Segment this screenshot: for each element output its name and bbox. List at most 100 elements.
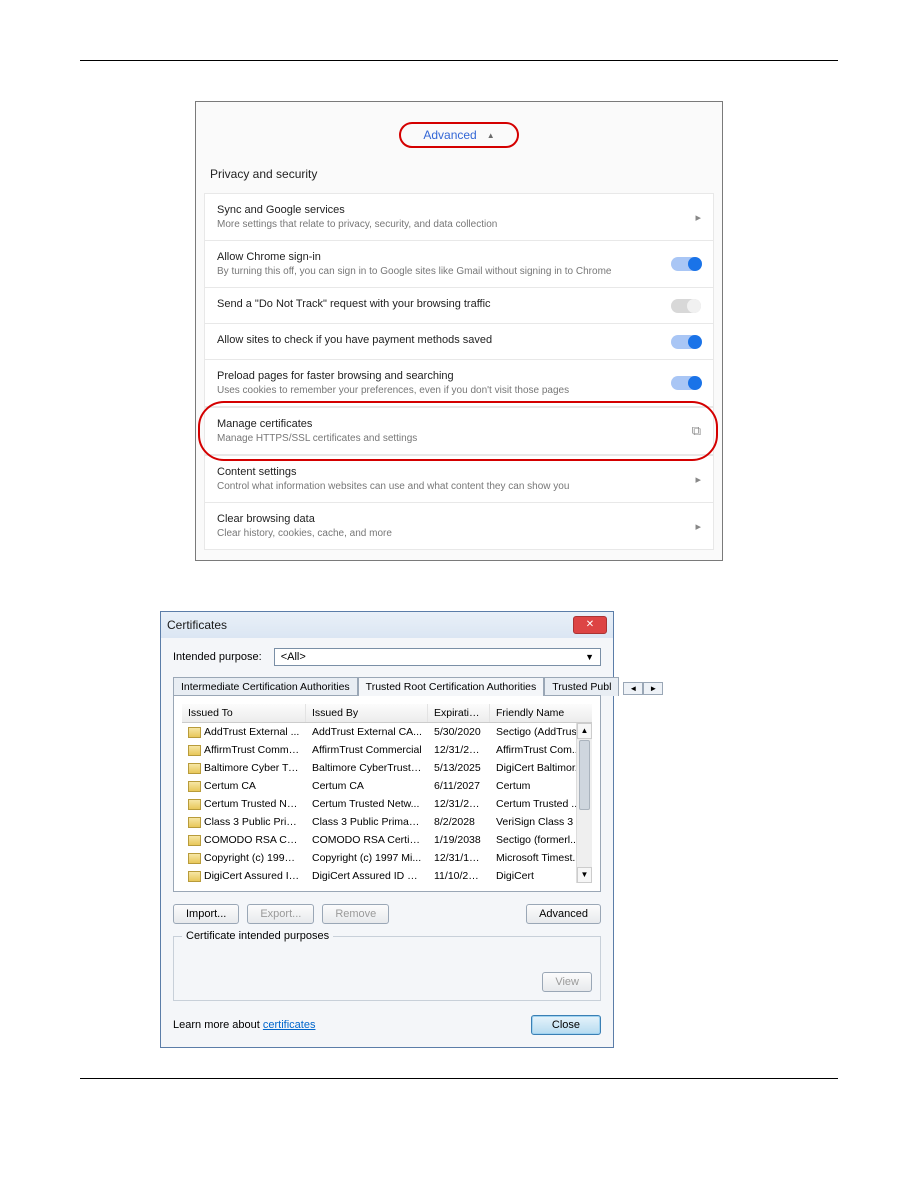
tab-scroll[interactable]: ◄► [623,682,663,695]
certificate-icon [188,763,201,774]
table-row[interactable]: Certum CACertum CA6/11/2027Certum [182,777,592,795]
setting-desc: Manage HTTPS/SSL certificates and settin… [217,433,682,444]
table-row[interactable]: Baltimore Cyber Tru...Baltimore CyberTru… [182,759,592,777]
cell-issued-to: COMODO RSA Cert... [182,831,306,849]
cell-issued-to: AffirmTrust Comme... [182,741,306,759]
caret-up-icon: ▲ [487,131,495,140]
certificates-link[interactable]: certificates [263,1019,316,1031]
certificate-icon [188,835,201,846]
advanced-toggle[interactable]: Advanced ▲ [399,122,518,148]
setting-row[interactable]: Send a "Do Not Track" request with your … [204,288,714,324]
purposes-label: Certificate intended purposes [182,930,333,942]
certificate-icon [188,745,201,756]
tab-trusted-publishers[interactable]: Trusted Publ [544,677,619,696]
certificate-icon [188,871,201,882]
setting-desc: Clear history, cookies, cache, and more [217,528,685,539]
cert-list: Issued To Issued By Expiratio... Friendl… [173,695,601,892]
external-link-icon: ⧉ [692,423,701,439]
cell-issued-to: Certum Trusted Ne... [182,795,306,813]
cell-issued-by: Baltimore CyberTrust ... [306,759,428,777]
table-row[interactable]: COMODO RSA Cert...COMODO RSA Certific...… [182,831,592,849]
setting-row[interactable]: Manage certificatesManage HTTPS/SSL cert… [204,407,714,455]
bottom-rule [80,1078,838,1079]
learn-more: Learn more about certificates [173,1019,315,1031]
table-row[interactable]: AffirmTrust Comme...AffirmTrust Commerci… [182,741,592,759]
table-row[interactable]: Copyright (c) 1997 ...Copyright (c) 1997… [182,849,592,867]
cell-issued-to: Copyright (c) 1997 ... [182,849,306,867]
section-title: Privacy and security [196,163,722,193]
setting-row[interactable]: Preload pages for faster browsing and se… [204,360,714,407]
certificate-icon [188,853,201,864]
close-icon[interactable]: ✕ [573,616,607,634]
tab-strip: Intermediate Certification Authorities T… [173,676,601,695]
cell-expiration: 12/31/2029 [428,795,490,813]
setting-desc: Control what information websites can us… [217,481,685,492]
setting-label: Allow Chrome sign-in [217,251,661,263]
setting-label: Send a "Do Not Track" request with your … [217,298,661,310]
advanced-label: Advanced [423,128,476,142]
table-row[interactable]: AddTrust External ...AddTrust External C… [182,723,592,741]
cell-expiration: 11/10/2031 [428,867,490,883]
setting-desc: Uses cookies to remember your preference… [217,385,661,396]
intended-purpose-value: <All> [281,651,306,663]
cell-expiration: 12/31/1999 [428,849,490,867]
certificate-icon [188,799,201,810]
cell-issued-by: Copyright (c) 1997 Mi... [306,849,428,867]
setting-label: Sync and Google services [217,204,685,216]
view-button[interactable]: View [542,972,592,992]
top-rule [80,60,838,61]
intended-purpose-label: Intended purpose: [173,651,262,663]
button-row: Import... Export... Remove Advanced [173,904,601,924]
dialog-title: Certificates [167,618,227,632]
list-body: AddTrust External ...AddTrust External C… [182,723,592,883]
intended-purpose-select[interactable]: <All> ▼ [274,648,601,666]
scrollbar[interactable]: ▲ ▼ [576,723,592,883]
import-button[interactable]: Import... [173,904,239,924]
chevron-down-icon: ▼ [585,652,594,662]
cell-expiration: 6/11/2027 [428,777,490,795]
tab-trusted-root[interactable]: Trusted Root Certification Authorities [358,677,545,696]
intended-purpose-row: Intended purpose: <All> ▼ [173,648,601,666]
table-row[interactable]: DigiCert Assured ID...DigiCert Assured I… [182,867,592,883]
setting-desc: More settings that relate to privacy, se… [217,219,685,230]
setting-row[interactable]: Sync and Google services More settings th… [204,193,714,241]
list-header: Issued To Issued By Expiratio... Friendl… [182,704,592,723]
cell-expiration: 5/13/2025 [428,759,490,777]
col-expiration[interactable]: Expiratio... [428,704,490,722]
scroll-down-icon[interactable]: ▼ [577,867,592,883]
chevron-right-icon: ▸ [695,473,701,486]
setting-row[interactable]: Clear browsing data Clear history, cookie… [204,503,714,550]
col-friendly-name[interactable]: Friendly Name [490,704,592,722]
settings-list: Sync and Google services More settings th… [196,193,722,550]
cell-issued-by: Class 3 Public Primary ... [306,813,428,831]
certificate-icon [188,781,201,792]
advanced-button[interactable]: Advanced [526,904,601,924]
col-issued-by[interactable]: Issued By [306,704,428,722]
setting-row[interactable]: Content settingsControl what information… [204,455,714,503]
cell-expiration: 5/30/2020 [428,723,490,741]
setting-desc: By turning this off, you can sign in to … [217,266,661,277]
toggle-switch[interactable] [671,376,701,390]
cell-issued-by: AffirmTrust Commercial [306,741,428,759]
scroll-thumb[interactable] [579,740,590,810]
table-row[interactable]: Certum Trusted Ne...Certum Trusted Netw.… [182,795,592,813]
cell-expiration: 8/2/2028 [428,813,490,831]
export-button[interactable]: Export... [247,904,314,924]
cell-issued-by: DigiCert Assured ID R... [306,867,428,883]
setting-label: Preload pages for faster browsing and se… [217,370,661,382]
table-row[interactable]: Class 3 Public Prima...Class 3 Public Pr… [182,813,592,831]
titlebar: Certificates ✕ [161,612,613,638]
cell-issued-by: Certum Trusted Netw... [306,795,428,813]
setting-row[interactable]: Allow sites to check if you have payment… [204,324,714,360]
setting-row[interactable]: Allow Chrome sign-in By turning this off,… [204,241,714,288]
setting-label: Clear browsing data [217,513,685,525]
cell-issued-to: DigiCert Assured ID... [182,867,306,883]
toggle-switch[interactable] [671,335,701,349]
toggle-switch[interactable] [671,299,701,313]
remove-button[interactable]: Remove [322,904,389,924]
scroll-up-icon[interactable]: ▲ [577,723,592,739]
col-issued-to[interactable]: Issued To [182,704,306,722]
tab-intermediate[interactable]: Intermediate Certification Authorities [173,677,358,696]
close-button[interactable]: Close [531,1015,601,1035]
toggle-switch[interactable] [671,257,701,271]
